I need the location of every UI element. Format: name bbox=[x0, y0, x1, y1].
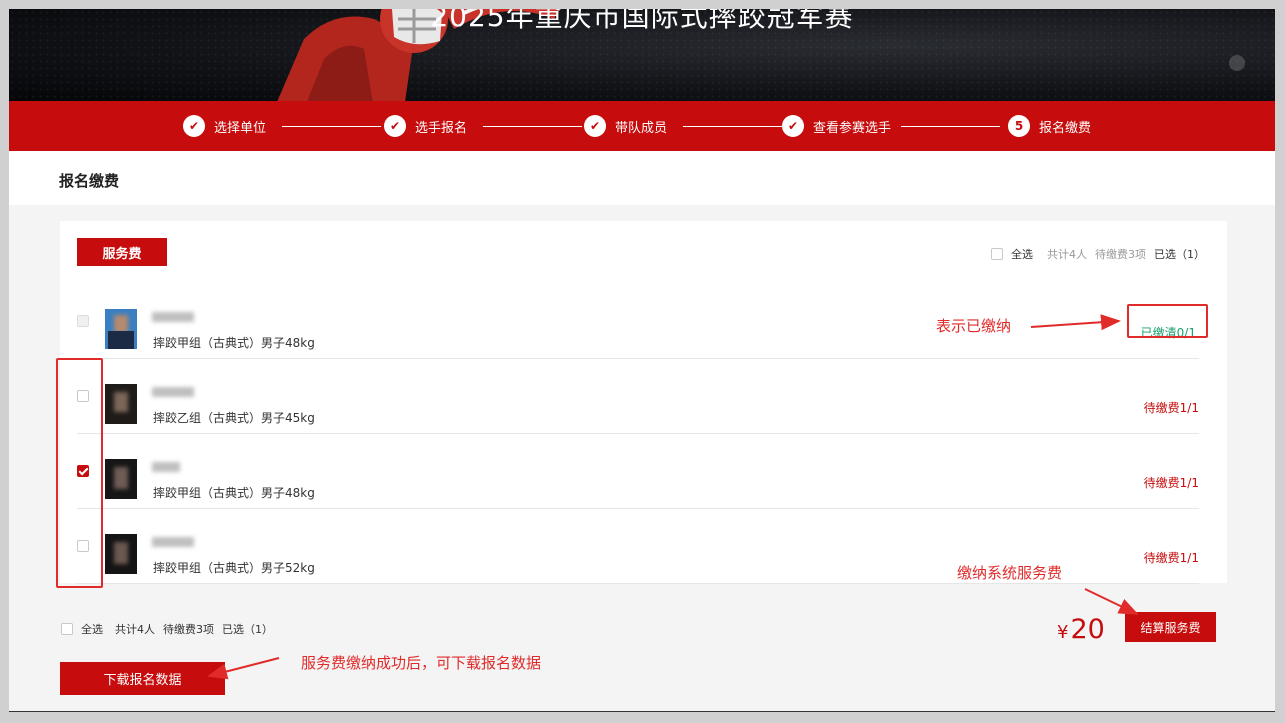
athlete-avatar bbox=[105, 384, 137, 424]
step-connector bbox=[683, 126, 782, 127]
athlete-row[interactable]: 摔跤乙组（古典式）男子45kg 待缴费1/1 bbox=[77, 359, 1199, 434]
step-team-staff[interactable]: ✔ 带队成员 bbox=[584, 115, 667, 137]
currency-symbol: ¥ bbox=[1057, 622, 1069, 643]
step-label: 选手报名 bbox=[415, 120, 468, 136]
settle-service-fee-button[interactable]: 结算服务费 bbox=[1125, 612, 1216, 642]
check-icon: ✔ bbox=[384, 115, 406, 137]
select-all-label[interactable]: 全选 bbox=[1011, 246, 1033, 262]
payment-status: 待缴费1/1 bbox=[1143, 401, 1199, 415]
select-all-checkbox[interactable] bbox=[61, 623, 73, 635]
step-view-athletes[interactable]: ✔ 查看参赛选手 bbox=[782, 115, 891, 137]
select-all-checkbox[interactable] bbox=[991, 248, 1003, 260]
step-number: 5 bbox=[1008, 115, 1030, 137]
page-header: 报名缴费 bbox=[9, 151, 1275, 205]
summary-top: 全选 共计4人 待缴费3项 已选（1） bbox=[991, 246, 1205, 262]
step-label: 选择单位 bbox=[214, 120, 267, 136]
step-payment[interactable]: 5 报名缴费 bbox=[1008, 115, 1091, 137]
event-title: 2025年重庆市国际式摔跤冠军赛 bbox=[430, 9, 854, 33]
pending-count: 待缴费3项 bbox=[163, 623, 214, 636]
tab-service-fee[interactable]: 服务费 bbox=[77, 238, 167, 266]
selected-count: 已选（1） bbox=[222, 623, 273, 636]
select-all-label[interactable]: 全选 bbox=[81, 621, 103, 637]
check-icon: ✔ bbox=[584, 115, 606, 137]
athlete-event: 摔跤甲组（古典式）男子48kg bbox=[153, 486, 315, 500]
selected-count: 已选（1） bbox=[1154, 248, 1205, 261]
athlete-avatar bbox=[105, 459, 137, 499]
app-frame: 2025年重庆市国际式摔跤冠军赛 ✔ 选择单位 ✔ 选手报名 ✔ 带队成员 ✔ … bbox=[9, 9, 1275, 712]
step-athlete-signup[interactable]: ✔ 选手报名 bbox=[384, 115, 467, 137]
athlete-name-redacted bbox=[152, 537, 194, 547]
arrow-to-settle-button bbox=[1084, 588, 1139, 615]
athlete-row[interactable]: 摔跤甲组（古典式）男子48kg 已缴清0/1 bbox=[77, 284, 1199, 359]
athlete-avatar bbox=[105, 534, 137, 574]
athlete-event: 摔跤乙组（古典式）男子45kg bbox=[153, 411, 315, 425]
step-label: 查看参赛选手 bbox=[813, 120, 892, 136]
annotation-download: 服务费缴纳成功后，可下载报名数据 bbox=[301, 654, 542, 672]
athlete-name-redacted bbox=[152, 462, 180, 472]
step-connector bbox=[483, 126, 582, 127]
athlete-row[interactable]: 摔跤甲组（古典式）男子48kg 待缴费1/1 bbox=[77, 434, 1199, 509]
step-label: 报名缴费 bbox=[1039, 120, 1092, 136]
step-select-unit[interactable]: ✔ 选择单位 bbox=[183, 115, 266, 137]
athlete-name-redacted bbox=[152, 387, 194, 397]
total-count: 共计4人 bbox=[115, 623, 155, 636]
download-signup-data-button[interactable]: 下载报名数据 bbox=[60, 662, 225, 695]
athlete-name-redacted bbox=[152, 312, 194, 322]
row-checkbox[interactable] bbox=[77, 315, 89, 327]
check-icon: ✔ bbox=[782, 115, 804, 137]
athlete-event: 摔跤甲组（古典式）男子52kg bbox=[153, 561, 315, 575]
banner-control-icon[interactable] bbox=[1229, 55, 1245, 71]
fee-card: 服务费 全选 共计4人 待缴费3项 已选（1） 摔跤甲组（古典式）男子48kg … bbox=[60, 221, 1227, 584]
total-price: ¥20 bbox=[1057, 614, 1105, 645]
annotation-paid: 表示已缴纳 bbox=[936, 317, 1012, 335]
annotation-pay-fee: 缴纳系统服务费 bbox=[957, 564, 1063, 582]
hero-banner: 2025年重庆市国际式摔跤冠军赛 bbox=[9, 9, 1275, 101]
step-label: 带队成员 bbox=[615, 120, 668, 136]
athlete-event: 摔跤甲组（古典式）男子48kg bbox=[153, 336, 315, 350]
payment-status: 待缴费1/1 bbox=[1143, 476, 1199, 490]
payment-status: 待缴费1/1 bbox=[1143, 551, 1199, 565]
step-connector bbox=[901, 126, 1000, 127]
step-connector bbox=[282, 126, 381, 127]
paid-status-highlight-box bbox=[1127, 304, 1208, 338]
checkbox-highlight-box bbox=[56, 358, 103, 588]
summary-bottom: 全选 共计4人 待缴费3项 已选（1） bbox=[61, 621, 273, 637]
check-icon: ✔ bbox=[183, 115, 205, 137]
price-amount: 20 bbox=[1070, 614, 1105, 645]
progress-steps: ✔ 选择单位 ✔ 选手报名 ✔ 带队成员 ✔ 查看参赛选手 5 报名缴费 bbox=[9, 101, 1275, 151]
pending-count: 待缴费3项 bbox=[1095, 248, 1146, 261]
total-count: 共计4人 bbox=[1047, 248, 1087, 261]
page-bottom-border bbox=[9, 711, 1275, 712]
athlete-avatar bbox=[105, 309, 137, 349]
page-title: 报名缴费 bbox=[59, 172, 120, 190]
